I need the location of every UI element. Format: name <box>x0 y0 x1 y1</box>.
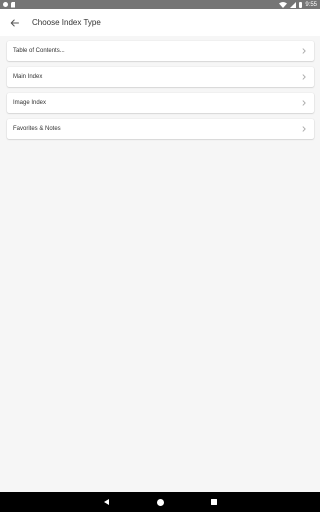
list-item-favorites-notes[interactable]: Favorites & Notes <box>7 119 314 139</box>
list-item-label: Image Index <box>13 100 47 106</box>
list-item-table-of-contents[interactable]: Table of Contents... <box>7 41 314 61</box>
notification-dot-icon <box>3 2 8 7</box>
nav-home-icon <box>156 498 164 506</box>
screen: 9:55 Choose Index Type Table of Contents… <box>0 0 320 512</box>
status-right: 9:55 <box>279 1 317 8</box>
index-type-list: Table of Contents... Main Index Image In… <box>7 41 314 139</box>
chevron-right-icon <box>302 73 308 81</box>
nav-back-icon <box>103 499 109 505</box>
navigation-bar <box>0 492 320 512</box>
back-button[interactable] <box>0 9 28 36</box>
status-bar: 9:55 <box>0 0 320 9</box>
nav-recents-icon <box>211 499 217 505</box>
wifi-icon <box>279 1 288 8</box>
page-title: Choose Index Type <box>32 18 101 27</box>
status-time: 9:55 <box>305 1 317 8</box>
status-left <box>3 1 15 8</box>
signal-icon <box>290 1 297 8</box>
nav-home-button[interactable] <box>154 496 166 508</box>
chevron-right-icon <box>302 47 308 55</box>
chevron-right-icon <box>302 99 308 107</box>
list-item-label: Favorites & Notes <box>13 126 61 132</box>
arrow-left-icon <box>10 19 19 26</box>
sd-card-icon <box>11 1 15 8</box>
app-bar: Choose Index Type <box>0 9 320 36</box>
nav-recents-button[interactable] <box>208 496 220 508</box>
list-item-label: Main Index <box>13 74 43 80</box>
battery-icon <box>299 1 303 8</box>
list-item-label: Table of Contents... <box>13 48 65 54</box>
list-item-main-index[interactable]: Main Index <box>7 67 314 87</box>
nav-back-button[interactable] <box>100 496 112 508</box>
list-item-image-index[interactable]: Image Index <box>7 93 314 113</box>
chevron-right-icon <box>302 125 308 133</box>
